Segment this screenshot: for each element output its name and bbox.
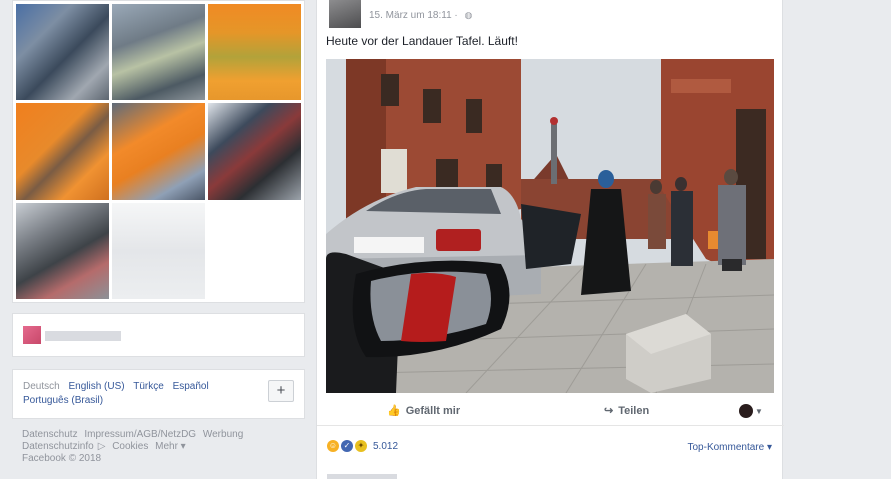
- chevron-down-icon: ▼: [755, 406, 763, 416]
- share-arrow-icon: ↪: [604, 405, 614, 417]
- share-label: Teilen: [618, 404, 650, 417]
- footer-link[interactable]: Datenschutzinfo: [22, 441, 94, 452]
- photo-thumbnail[interactable]: [16, 202, 109, 299]
- reactions-summary[interactable]: ☺ ✓ ✦ 5.012: [327, 440, 398, 452]
- globe-icon: ◍: [464, 10, 473, 20]
- street-scene-illustration: [326, 59, 774, 393]
- footer-link[interactable]: Impressum/AGB/NetzDG: [84, 429, 196, 440]
- like-reaction-icon: ✓: [341, 440, 353, 452]
- profile-card[interactable]: [12, 313, 305, 357]
- share-button[interactable]: ↪ Teilen: [604, 404, 650, 418]
- photo-thumbnail[interactable]: [112, 103, 205, 200]
- profile-thumbnail[interactable]: [23, 326, 41, 344]
- language-link[interactable]: Türkçe: [133, 381, 164, 392]
- photo-thumbnail[interactable]: [208, 103, 301, 200]
- ad-choices-icon[interactable]: ▷: [98, 441, 106, 452]
- post-timestamp[interactable]: 15. März um 18:11 · ◍: [369, 10, 472, 21]
- like-button[interactable]: 👍 Gefällt mir: [387, 404, 461, 418]
- post: 15. März um 18:11 · ◍ Heute vor der Land…: [316, 0, 784, 479]
- post-photo[interactable]: [326, 59, 774, 393]
- photo-thumbnail[interactable]: [208, 4, 301, 101]
- thumbs-up-icon: 👍: [387, 405, 401, 417]
- photos-grid: [12, 0, 305, 303]
- language-selector: Deutsch English (US) Türkçe Español Port…: [12, 369, 305, 419]
- wow-reaction-icon: ✦: [355, 440, 367, 452]
- post-actions-bar: 👍 Gefällt mir ↪ Teilen ▼: [317, 398, 784, 426]
- post-as-selector[interactable]: ▼: [739, 404, 763, 418]
- haha-reaction-icon: ☺: [327, 440, 339, 452]
- photo-thumbnail[interactable]: [16, 103, 109, 200]
- footer-link[interactable]: Mehr ▾: [155, 441, 186, 452]
- footer-links: Datenschutz Impressum/AGB/NetzDG Werbung…: [22, 429, 305, 465]
- mini-avatar: [739, 404, 753, 418]
- post-text: Heute vor der Landauer Tafel. Läuft!: [326, 34, 518, 48]
- next-comment-redacted: [327, 474, 397, 479]
- footer-link[interactable]: Werbung: [203, 429, 243, 440]
- timestamp-text: 15. März um 18:11 ·: [369, 10, 458, 21]
- photo-thumbnail[interactable]: [16, 4, 109, 101]
- copyright: Facebook © 2018: [22, 453, 102, 464]
- profile-name-redacted: [45, 331, 121, 341]
- language-link[interactable]: Español: [173, 381, 209, 392]
- like-label: Gefällt mir: [405, 404, 461, 417]
- photo-thumbnail: [208, 202, 301, 299]
- photo-thumbnail[interactable]: [112, 4, 205, 101]
- comment-sort-dropdown[interactable]: Top-Kommentare ▾: [688, 442, 773, 453]
- photo-thumbnail[interactable]: [112, 202, 205, 299]
- language-link[interactable]: Português (Brasil): [23, 395, 103, 406]
- footer-link[interactable]: Datenschutz: [22, 429, 78, 440]
- language-link[interactable]: English (US): [68, 381, 124, 392]
- footer-link[interactable]: Cookies: [112, 441, 148, 452]
- add-language-button[interactable]: +: [268, 380, 294, 402]
- author-avatar[interactable]: [329, 0, 361, 28]
- language-link[interactable]: Deutsch: [23, 381, 60, 392]
- reaction-count: 5.012: [373, 440, 399, 452]
